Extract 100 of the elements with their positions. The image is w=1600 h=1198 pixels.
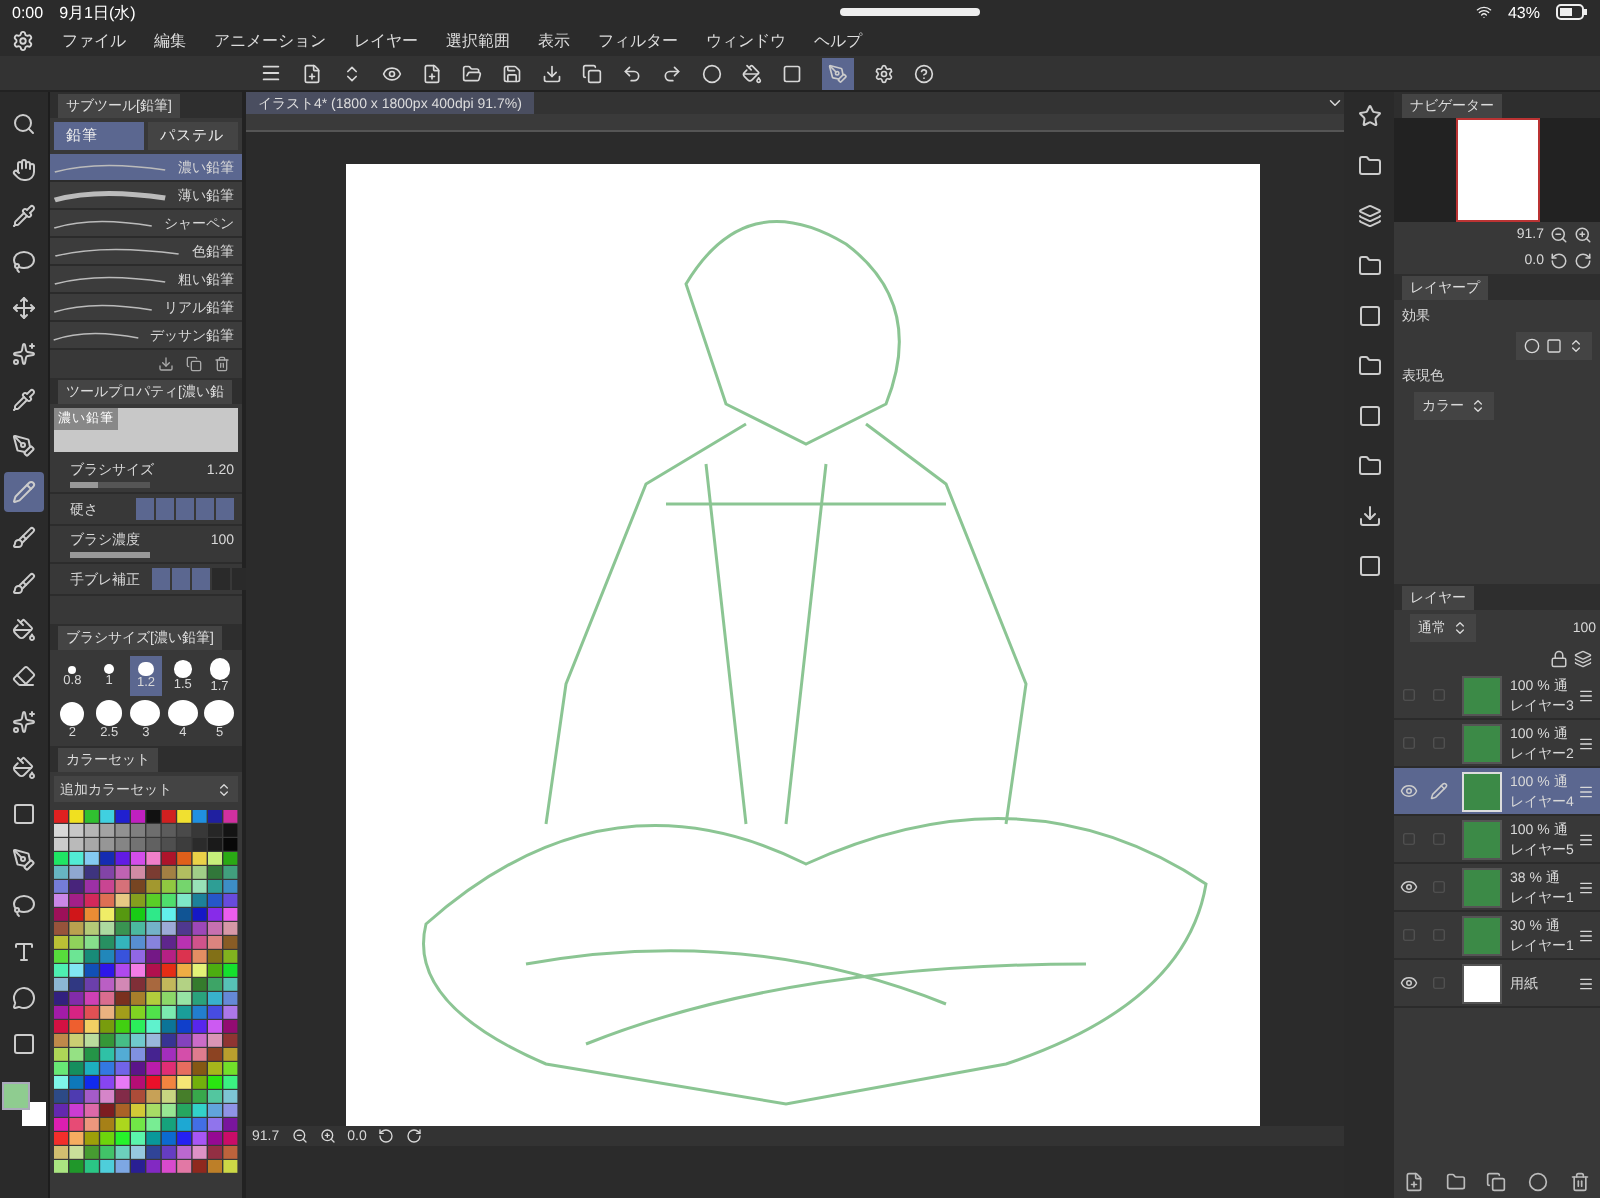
- layer-thumbnail: [1462, 675, 1502, 715]
- lock-icon[interactable]: [1550, 650, 1568, 668]
- help-icon[interactable]: [914, 63, 934, 83]
- status-time: 0:00: [12, 3, 44, 21]
- wifi-icon: [1475, 4, 1492, 20]
- empty-box-icon: [1432, 976, 1446, 990]
- rotate-left-icon[interactable]: [1550, 252, 1568, 270]
- export-icon[interactable]: [542, 63, 562, 83]
- undo-icon[interactable]: [622, 63, 642, 83]
- menu-item[interactable]: ヘルプ: [814, 29, 862, 51]
- rotate-right-icon[interactable]: [1574, 252, 1592, 270]
- circle-icon: [1524, 338, 1540, 354]
- bucket-icon: [12, 756, 36, 780]
- menu-item[interactable]: 編集: [154, 29, 186, 51]
- menu-item[interactable]: 選択範囲: [446, 29, 510, 51]
- panel-icon[interactable]: [1357, 554, 1381, 578]
- navigator-thumbnail[interactable]: [1455, 118, 1539, 222]
- redo-icon[interactable]: [662, 63, 682, 83]
- snap-button[interactable]: [822, 57, 854, 89]
- folder-icon[interactable]: [462, 63, 482, 83]
- menu-item[interactable]: ファイル: [62, 29, 126, 51]
- step-control[interactable]: [152, 568, 250, 590]
- menu-icon[interactable]: [1578, 927, 1594, 943]
- menu-icon[interactable]: [1578, 879, 1594, 895]
- eye-icon[interactable]: [1400, 974, 1418, 992]
- square-icon: [1546, 338, 1562, 354]
- menu-item[interactable]: フィルター: [598, 29, 678, 51]
- color-palette-drawing[interactable]: [54, 810, 238, 1174]
- menu-icon[interactable]: [1578, 783, 1594, 799]
- zoom-in-icon[interactable]: [319, 1128, 336, 1144]
- text-icon: [12, 940, 36, 964]
- layer-thumbnail: [1462, 915, 1502, 955]
- sparkle-icon: [12, 342, 36, 366]
- empty-box-icon: [1432, 688, 1446, 702]
- status-date: 9月1日(水): [59, 1, 136, 23]
- panel-icon[interactable]: [1357, 404, 1381, 428]
- panel-icon[interactable]: [1357, 204, 1381, 228]
- menu-item[interactable]: ウィンドウ: [706, 29, 786, 51]
- menu-icon[interactable]: [1578, 687, 1594, 703]
- pen-icon: [12, 434, 36, 458]
- copy-icon[interactable]: [1486, 1172, 1507, 1192]
- frame-icon: [12, 1032, 36, 1056]
- layer-thumbnail: [1462, 771, 1502, 811]
- battery-icon: [1556, 4, 1588, 20]
- layer-thumbnail: [1462, 867, 1502, 907]
- menu-item[interactable]: レイヤー: [354, 29, 418, 51]
- rotate-right-icon[interactable]: [406, 1128, 423, 1144]
- battery-percent: 43%: [1507, 3, 1540, 21]
- eye-icon[interactable]: [382, 63, 402, 83]
- menu-icon[interactable]: [1578, 975, 1594, 991]
- chevron-down-icon[interactable]: [1326, 94, 1344, 112]
- menu-item[interactable]: 表示: [538, 29, 570, 51]
- updown-icon: [216, 781, 232, 797]
- import-icon[interactable]: [158, 356, 174, 372]
- layer-thumbnail: [1462, 819, 1502, 859]
- panel-icon[interactable]: [1357, 354, 1381, 378]
- duplicate-icon[interactable]: [186, 356, 202, 372]
- new-canvas-icon[interactable]: [422, 63, 442, 83]
- zoom-out-icon[interactable]: [1550, 226, 1568, 244]
- settings-icon[interactable]: [874, 63, 894, 83]
- empty-box-icon: [1432, 880, 1446, 894]
- pencil-icon: [12, 480, 36, 504]
- folder-icon[interactable]: [1445, 1172, 1466, 1192]
- eraser-icon: [12, 664, 36, 688]
- eyedropper-icon: [12, 388, 36, 412]
- trash-icon[interactable]: [214, 356, 230, 372]
- menu-item[interactable]: アニメーション: [214, 29, 326, 51]
- updown-icon: [1470, 398, 1486, 414]
- stroke-preview: [50, 185, 170, 205]
- menu-icon[interactable]: [260, 62, 282, 84]
- panel-icon[interactable]: [1357, 104, 1381, 128]
- updown-icon[interactable]: [342, 63, 362, 83]
- empty-box-icon: [1432, 832, 1446, 846]
- search-icon: [12, 112, 36, 136]
- panel-icon[interactable]: [1357, 504, 1381, 528]
- zoom-in-icon[interactable]: [1574, 226, 1592, 244]
- panel-icon[interactable]: [1357, 304, 1381, 328]
- trash-icon[interactable]: [1569, 1172, 1590, 1192]
- menu-icon[interactable]: [1578, 735, 1594, 751]
- brush-icon: [12, 526, 36, 550]
- panel-icon[interactable]: [1357, 254, 1381, 278]
- copy-icon[interactable]: [582, 63, 602, 83]
- effect-selector[interactable]: [1516, 332, 1592, 360]
- menu-icon[interactable]: [1578, 831, 1594, 847]
- new-layer-icon[interactable]: [1404, 1172, 1425, 1192]
- panel-icon[interactable]: [1357, 154, 1381, 178]
- rotate-left-icon[interactable]: [378, 1128, 395, 1144]
- eye-icon[interactable]: [1400, 878, 1418, 896]
- layer-thumbnail: [1462, 723, 1502, 763]
- empty-box-icon: [1432, 928, 1446, 942]
- empty-box-icon: [1432, 736, 1446, 750]
- zoom-out-icon[interactable]: [291, 1128, 308, 1144]
- fill-icon[interactable]: [742, 63, 762, 83]
- color-swatches[interactable]: [2, 1082, 46, 1126]
- save-icon[interactable]: [502, 63, 522, 83]
- layer-thumbnail: [1462, 963, 1502, 1003]
- updown-icon: [1452, 620, 1468, 636]
- panel-icon[interactable]: [1357, 454, 1381, 478]
- dropper-icon: [12, 204, 36, 228]
- new-file-icon[interactable]: [302, 63, 322, 83]
